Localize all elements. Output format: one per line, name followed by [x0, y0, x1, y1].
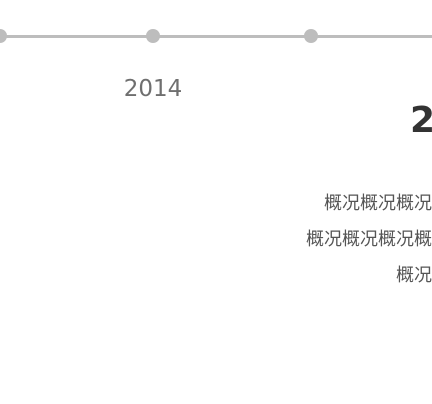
timeline-dot-edge[interactable] [0, 29, 7, 43]
description-line-1: 概况概况概况 [324, 193, 432, 214]
description-line-2: 概况概况概况概 [306, 229, 432, 250]
description-line-3: 概况 [396, 265, 432, 286]
timeline-dot-2014[interactable] [146, 29, 160, 43]
timeline-year-2014[interactable]: 2014 [108, 74, 198, 104]
timeline-description: 概况概况概况 概况概况概况概 概况 [282, 186, 432, 294]
timeline: 2014 2 概况概况概况 概况概况概况概 概况 [0, 0, 432, 404]
timeline-track [0, 35, 432, 38]
timeline-dot-next[interactable] [304, 29, 318, 43]
active-year-heading: 2 [410, 101, 432, 141]
